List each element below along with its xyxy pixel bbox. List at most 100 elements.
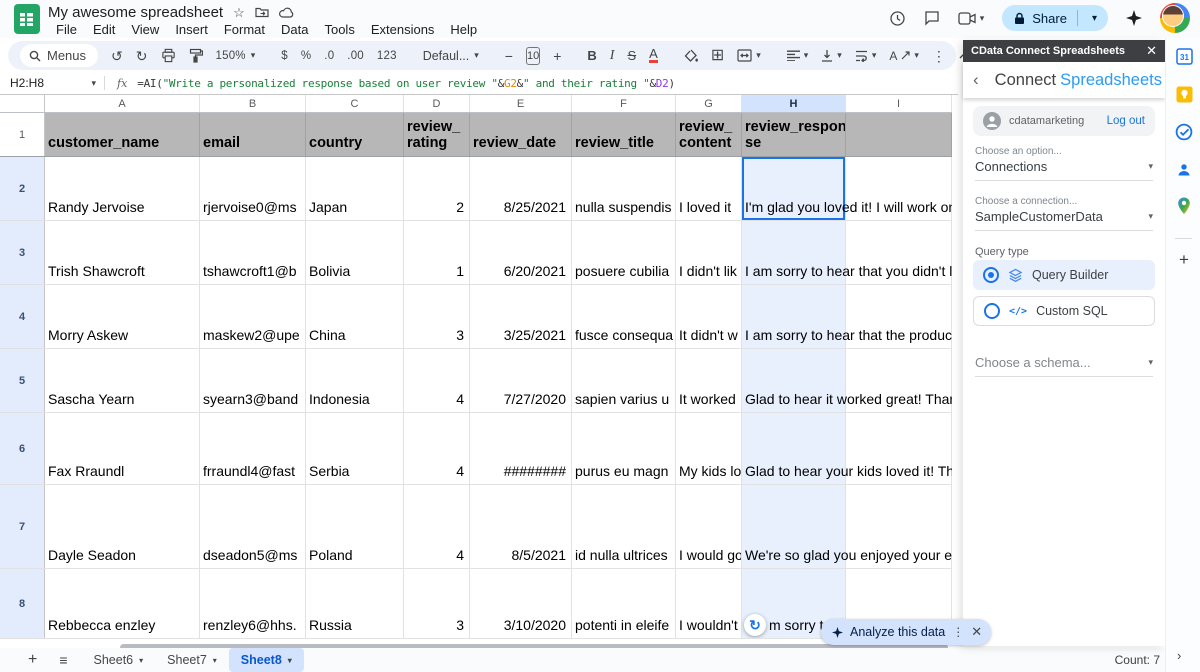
star-icon[interactable]: ☆ xyxy=(233,6,245,19)
cell-D4[interactable]: 3 xyxy=(404,285,470,348)
format-currency-button[interactable]: $ xyxy=(281,50,288,62)
cell-D6[interactable]: 4 xyxy=(404,413,470,484)
cell-F2[interactable]: nulla suspendis xyxy=(572,157,676,220)
cell-C7[interactable]: Poland xyxy=(306,485,404,568)
cell-C3[interactable]: Bolivia xyxy=(306,221,404,284)
cell-G6[interactable]: My kids lo xyxy=(676,413,742,484)
cell-A3[interactable]: Trish Shawcroft xyxy=(45,221,200,284)
get-add-ons-icon[interactable]: + xyxy=(1174,250,1194,270)
cell-D5[interactable]: 4 xyxy=(404,349,470,412)
cell-H2[interactable]: I'm glad you loved it! I will work on xyxy=(742,157,846,220)
merge-cells-button[interactable]: ▾ xyxy=(737,49,761,62)
cell-G7[interactable]: I would go xyxy=(676,485,742,568)
cell-H5[interactable]: Glad to hear it worked great! Thanl xyxy=(742,349,846,412)
cell-H4[interactable]: I am sorry to hear that the product xyxy=(742,285,846,348)
cell-G1[interactable]: review_ content xyxy=(676,113,742,156)
cell-D7[interactable]: 4 xyxy=(404,485,470,568)
maps-icon[interactable] xyxy=(1174,196,1194,216)
strikethrough-button[interactable]: S xyxy=(627,48,636,63)
contacts-icon[interactable] xyxy=(1174,160,1194,180)
column-header-G[interactable]: G xyxy=(676,95,742,112)
tasks-icon[interactable] xyxy=(1174,122,1194,142)
schema-select[interactable]: Choose a schema... ▾ xyxy=(975,355,1153,377)
cell-B5[interactable]: syearn3@band xyxy=(200,349,306,412)
query-builder-option[interactable]: Query Builder xyxy=(973,260,1155,290)
move-folder-icon[interactable] xyxy=(255,6,269,18)
borders-button[interactable]: ⊞ xyxy=(711,49,724,63)
analyze-data-chip[interactable]: Analyze this data ⋮ ✕ xyxy=(821,619,991,645)
cell-D8[interactable]: 3 xyxy=(404,569,470,638)
redo-button[interactable]: ↻ xyxy=(136,49,148,63)
vertical-align-button[interactable]: ▾ xyxy=(821,49,842,62)
cell-B1[interactable]: email xyxy=(200,113,306,156)
cell-B2[interactable]: rjervoise0@ms xyxy=(200,157,306,220)
cell-E6[interactable]: ######## xyxy=(470,413,572,484)
cell-C8[interactable]: Russia xyxy=(306,569,404,638)
gemini-sparkle-icon[interactable] xyxy=(1126,10,1142,26)
menu-edit[interactable]: Edit xyxy=(85,22,123,39)
all-sheets-button[interactable]: ≡ xyxy=(59,652,67,668)
name-box[interactable]: H2:H8 ▾ xyxy=(0,76,104,90)
more-formats-button[interactable]: 123 xyxy=(377,50,397,62)
text-rotation-button[interactable]: A ▾ xyxy=(889,49,919,63)
document-title[interactable]: My awesome spreadsheet xyxy=(48,4,223,21)
cloud-status-icon[interactable] xyxy=(279,7,294,18)
cell-F6[interactable]: purus eu magn xyxy=(572,413,676,484)
row-header-8[interactable]: 8 xyxy=(0,569,45,638)
cell-F4[interactable]: fusce consequa xyxy=(572,285,676,348)
row-header-1[interactable]: 1 xyxy=(0,113,45,156)
connection-select[interactable]: SampleCustomerData ▾ xyxy=(975,209,1153,231)
cell-E2[interactable]: 8/25/2021 xyxy=(470,157,572,220)
menu-view[interactable]: View xyxy=(123,22,167,39)
add-sheet-button[interactable]: + xyxy=(28,651,37,669)
cell-B6[interactable]: frraundl4@fast xyxy=(200,413,306,484)
fill-color-button[interactable] xyxy=(684,49,698,63)
cell-B8[interactable]: renzley6@hhs. xyxy=(200,569,306,638)
row-header-7[interactable]: 7 xyxy=(0,485,45,568)
option-select[interactable]: Connections ▾ xyxy=(975,159,1153,181)
menu-data[interactable]: Data xyxy=(273,22,316,39)
font-size-input[interactable]: 10 xyxy=(526,47,540,65)
cell-G3[interactable]: I didn't lik xyxy=(676,221,742,284)
cell-C4[interactable]: China xyxy=(306,285,404,348)
column-header-E[interactable]: E xyxy=(470,95,572,112)
menu-help[interactable]: Help xyxy=(442,22,485,39)
menus-search-button[interactable]: Menus xyxy=(20,44,98,67)
bold-button[interactable]: B xyxy=(587,48,596,63)
cell-A6[interactable]: Fax Rraundl xyxy=(45,413,200,484)
radio-selected-icon[interactable] xyxy=(983,267,999,283)
row-header-3[interactable]: 3 xyxy=(0,221,45,284)
column-header-F[interactable]: F xyxy=(572,95,676,112)
column-header-D[interactable]: D xyxy=(404,95,470,112)
keep-icon[interactable] xyxy=(1174,84,1194,104)
cell-F5[interactable]: sapien varius u xyxy=(572,349,676,412)
text-wrap-button[interactable]: ▾ xyxy=(855,50,877,62)
cell-A2[interactable]: Randy Jervoise xyxy=(45,157,200,220)
calendar-icon[interactable]: 31 xyxy=(1174,46,1194,66)
increase-decimal-button[interactable]: .00 xyxy=(347,50,364,62)
cell-A4[interactable]: Morry Askew xyxy=(45,285,200,348)
cell-E1[interactable]: review_date xyxy=(470,113,572,156)
cell-G4[interactable]: It didn't w xyxy=(676,285,742,348)
logout-link[interactable]: Log out xyxy=(1107,115,1145,127)
column-header-A[interactable]: A xyxy=(45,95,200,112)
comments-icon[interactable] xyxy=(924,10,940,26)
radio-unselected-icon[interactable] xyxy=(984,303,1000,319)
cell-G2[interactable]: I loved it xyxy=(676,157,742,220)
cell-B7[interactable]: dseadon5@ms xyxy=(200,485,306,568)
row-header-5[interactable]: 5 xyxy=(0,349,45,412)
row-header-4[interactable]: 4 xyxy=(0,285,45,348)
cell-G5[interactable]: It worked xyxy=(676,349,742,412)
custom-sql-option[interactable]: </> Custom SQL xyxy=(973,296,1155,326)
cell-D1[interactable]: review_ rating xyxy=(404,113,470,156)
cell-F3[interactable]: posuere cubilia xyxy=(572,221,676,284)
cell-A1[interactable]: customer_name xyxy=(45,113,200,156)
row-header-6[interactable]: 6 xyxy=(0,413,45,484)
decrease-font-size-button[interactable]: − xyxy=(505,49,513,63)
share-button[interactable]: Share ▾ xyxy=(1002,5,1108,31)
cell-E8[interactable]: 3/10/2020 xyxy=(470,569,572,638)
column-header-B[interactable]: B xyxy=(200,95,306,112)
menu-file[interactable]: File xyxy=(48,22,85,39)
tab-sheet7[interactable]: Sheet7▾ xyxy=(155,648,229,672)
font-family-select[interactable]: Defaul...▾ xyxy=(423,49,479,63)
